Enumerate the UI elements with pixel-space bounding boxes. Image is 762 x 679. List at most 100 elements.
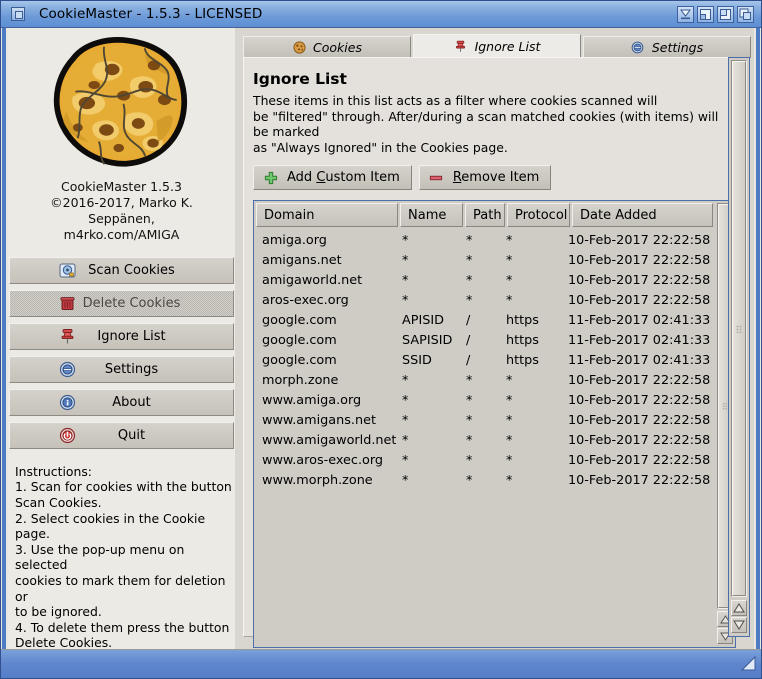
trash-icon xyxy=(58,294,76,312)
cell-date-added: 10-Feb-2017 22:22:58 xyxy=(568,252,711,268)
cell-domain: www.amiga.org xyxy=(262,392,362,408)
sidebar-item-label: Settings xyxy=(104,361,159,377)
cell-domain: google.com xyxy=(262,332,337,348)
table-row[interactable]: amigaworld.net * * * 10-Feb-2017 22:22:58 xyxy=(257,270,713,290)
main-panel: Cookies Ignore List Settings Ignore List… xyxy=(235,28,754,651)
cell-path: * xyxy=(466,272,473,288)
table-row[interactable]: aros-exec.org * * * 10-Feb-2017 22:22:58 xyxy=(257,290,713,310)
cell-date-added: 10-Feb-2017 22:22:58 xyxy=(568,272,711,288)
table-inner: Domain Name Path Protocol Date Added ami… xyxy=(254,201,715,647)
page-scrollbar-thumb[interactable] xyxy=(732,61,746,596)
tab-bar: Cookies Ignore List Settings xyxy=(243,34,753,58)
cell-protocol: https xyxy=(506,352,539,368)
snapshot-gadget[interactable] xyxy=(697,5,714,23)
table-row[interactable]: www.amigans.net * * * 10-Feb-2017 22:22:58 xyxy=(257,410,713,430)
sidebar-item-label: About xyxy=(112,394,151,410)
cell-name: * xyxy=(402,472,409,488)
table-row[interactable]: www.amiga.org * * * 10-Feb-2017 22:22:58 xyxy=(257,390,713,410)
cell-protocol: * xyxy=(506,252,513,268)
zoom-gadget[interactable] xyxy=(717,5,734,23)
table-row[interactable]: www.morph.zone * * * 10-Feb-2017 22:22:58 xyxy=(257,470,713,490)
disk-scan-icon xyxy=(58,261,76,279)
remove-button-label: Remove Item xyxy=(452,170,540,185)
page-description: These items in this list acts as a filte… xyxy=(253,93,719,155)
iconify-gadget[interactable] xyxy=(677,5,694,23)
table-row[interactable]: amiga.org * * * 10-Feb-2017 22:22:58 xyxy=(257,230,713,250)
cell-protocol: * xyxy=(506,372,513,388)
cell-name: SAPISID xyxy=(402,332,453,348)
cell-protocol: * xyxy=(506,412,513,428)
tab-cookies[interactable]: Cookies xyxy=(243,36,411,58)
table-row[interactable]: google.com APISID / https 11-Feb-2017 02:41:… xyxy=(257,310,713,330)
cell-path: * xyxy=(466,472,473,488)
cell-date-added: 11-Feb-2017 02:41:33 xyxy=(568,352,711,368)
cell-path: / xyxy=(466,352,471,368)
cell-protocol: * xyxy=(506,432,513,448)
column-header-date-added[interactable]: Date Added xyxy=(572,203,713,227)
sidebar-item-about[interactable]: About xyxy=(9,388,234,416)
title-bar[interactable]: CookieMaster - 1.5.3 - LICENSED xyxy=(1,1,761,28)
table-row[interactable]: google.com SAPISID / https 11-Feb-2017 02:41… xyxy=(257,330,713,350)
sidebar-buttons: Scan Cookies Delete Cookies Ignore List … xyxy=(9,256,234,449)
cell-domain: amigans.net xyxy=(262,252,342,268)
cell-domain: www.amigans.net xyxy=(262,412,376,428)
cell-name: * xyxy=(402,412,409,428)
cell-path: / xyxy=(466,332,471,348)
cell-date-added: 10-Feb-2017 22:22:58 xyxy=(568,412,711,428)
sidebar-item-settings[interactable]: Settings xyxy=(9,355,234,383)
window-close-gadget[interactable] xyxy=(11,7,25,21)
sidebar-item-delete-cookies[interactable]: Delete Cookies xyxy=(9,289,234,317)
cell-path: * xyxy=(466,452,473,468)
cell-domain: aros-exec.org xyxy=(262,292,349,308)
cell-date-added: 10-Feb-2017 22:22:58 xyxy=(568,452,711,468)
plus-icon xyxy=(263,170,278,185)
page-scrollbar-track[interactable] xyxy=(731,60,747,597)
app-credit: CookieMaster 1.5.3 ©2016-2017, Marko K. … xyxy=(50,178,193,242)
cell-domain: morph.zone xyxy=(262,372,339,388)
add-custom-item-button[interactable]: Add Custom Item xyxy=(253,165,412,190)
depth-gadget[interactable] xyxy=(737,5,754,23)
tab-label: Ignore List xyxy=(474,38,541,54)
cookie-icon xyxy=(292,40,306,54)
settings-icon xyxy=(58,360,76,378)
window-bottom-bar xyxy=(1,649,761,678)
instructions-text: Instructions: 1. Scan for cookies with t… xyxy=(15,463,232,651)
minus-icon xyxy=(429,170,444,185)
table-row[interactable]: google.com SSID / https 11-Feb-2017 02:41:33 xyxy=(257,350,713,370)
cell-name: SSID xyxy=(402,352,432,368)
column-header-protocol[interactable]: Protocol xyxy=(507,203,570,227)
table-row[interactable]: www.aros-exec.org * * * 10-Feb-2017 22:22:58 xyxy=(257,450,713,470)
column-header-path[interactable]: Path xyxy=(465,203,505,227)
table-body: amiga.org * * * 10-Feb-2017 22:22:58 amigans.… xyxy=(254,228,715,647)
cell-name: * xyxy=(402,232,409,248)
sidebar-item-scan-cookies[interactable]: Scan Cookies xyxy=(9,256,234,284)
sidebar-item-quit[interactable]: Quit xyxy=(9,421,234,449)
right-rail xyxy=(754,28,761,651)
table-row[interactable]: morph.zone * * * 10-Feb-2017 22:22:58 xyxy=(257,370,713,390)
cell-name: * xyxy=(402,292,409,308)
window-title: CookieMaster - 1.5.3 - LICENSED xyxy=(39,6,263,22)
page-scroll-up-button[interactable] xyxy=(731,600,747,616)
column-header-domain[interactable]: Domain xyxy=(256,203,398,227)
tab-settings[interactable]: Settings xyxy=(583,36,751,58)
cell-domain: www.morph.zone xyxy=(262,472,373,488)
remove-item-button[interactable]: Remove Item xyxy=(418,165,552,190)
resize-grip[interactable] xyxy=(740,655,757,672)
sidebar-item-ignore-list[interactable]: Ignore List xyxy=(9,322,234,350)
page-scroll-down-button[interactable] xyxy=(731,617,747,633)
cell-name: APISID xyxy=(402,312,444,328)
cell-domain: amigaworld.net xyxy=(262,272,363,288)
table-row[interactable]: amigans.net * * * 10-Feb-2017 22:22:58 xyxy=(257,250,713,270)
cell-path: * xyxy=(466,252,473,268)
cell-name: * xyxy=(402,432,409,448)
cell-protocol: https xyxy=(506,332,539,348)
tab-ignore-list[interactable]: Ignore List xyxy=(413,34,581,58)
cookie-logo xyxy=(53,37,187,167)
info-icon xyxy=(58,393,76,411)
table-row[interactable]: www.amigaworld.net * * * 10-Feb-2017 22:22:5… xyxy=(257,430,713,450)
cell-path: * xyxy=(466,232,473,248)
pushpin-icon xyxy=(454,39,468,53)
cell-domain: www.amigaworld.net xyxy=(262,432,397,448)
cell-protocol: https xyxy=(506,312,539,328)
column-header-name[interactable]: Name xyxy=(400,203,463,227)
